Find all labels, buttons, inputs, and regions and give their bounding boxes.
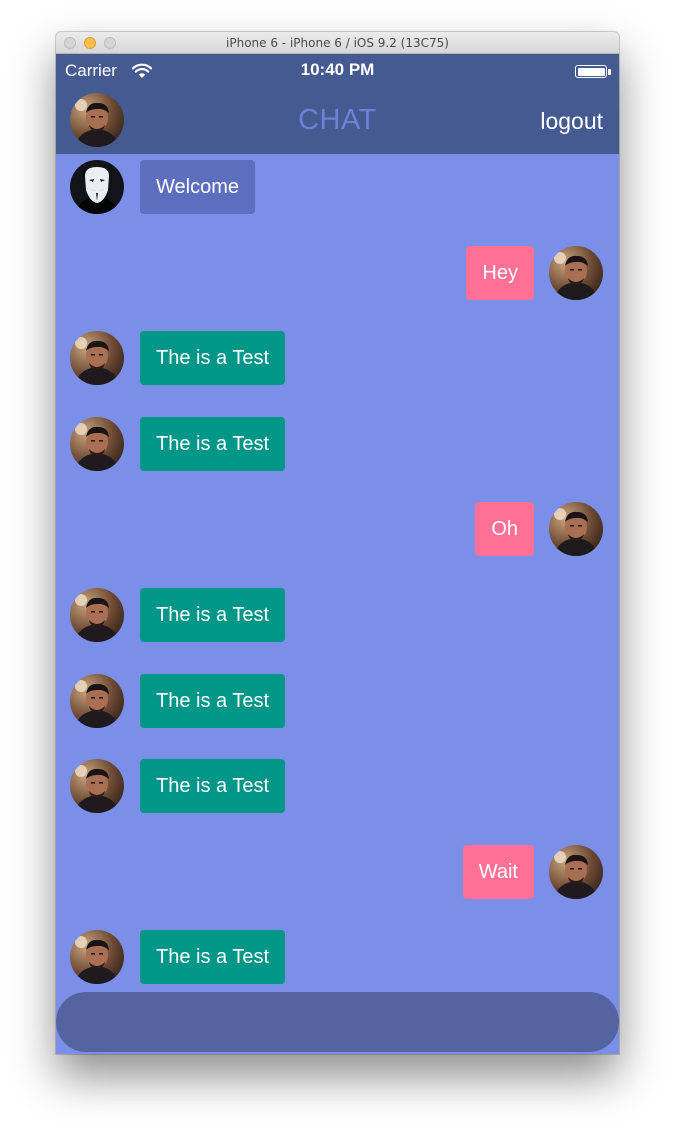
incoming-message: The is a Test	[56, 587, 619, 643]
message-bubble[interactable]: Oh	[475, 502, 534, 557]
outgoing-message: Hey	[56, 245, 619, 301]
message-bubble[interactable]: Hey	[466, 245, 534, 300]
user-avatar[interactable]	[70, 930, 124, 985]
user-avatar[interactable]	[70, 588, 124, 642]
message-list[interactable]: Welcome Hey The is a Test The is a Test Oh Th…	[56, 154, 619, 992]
message-bubble[interactable]: Welcome	[140, 160, 255, 214]
incoming-message: Welcome	[56, 159, 619, 215]
incoming-message: The is a Test	[56, 758, 619, 814]
battery-tip	[608, 69, 611, 75]
outgoing-message: Oh	[56, 501, 619, 557]
message-bubble[interactable]: The is a Test	[140, 416, 286, 471]
logout-button[interactable]: logout	[540, 108, 603, 135]
user-avatar[interactable]	[70, 331, 124, 386]
user-avatar[interactable]	[549, 245, 603, 300]
incoming-message: The is a Test	[56, 330, 619, 386]
incoming-message: The is a Test	[56, 929, 619, 985]
outgoing-message: Wait	[56, 844, 619, 900]
message-bubble[interactable]: The is a Test	[140, 331, 286, 386]
battery-fill	[577, 67, 605, 76]
battery-icon	[575, 65, 607, 78]
user-avatar[interactable]	[70, 759, 124, 814]
message-bubble[interactable]: The is a Test	[140, 588, 286, 642]
message-bubble[interactable]: The is a Test	[140, 759, 286, 814]
user-avatar[interactable]	[70, 673, 124, 728]
ios-status-bar: Carrier 10:40 PM	[56, 54, 619, 88]
user-avatar[interactable]	[549, 502, 603, 557]
message-input[interactable]	[56, 992, 619, 1052]
status-time: 10:40 PM	[300, 60, 375, 79]
window-titlebar: iPhone 6 - iPhone 6 / iOS 9.2 (13C75)	[56, 32, 619, 54]
window-title: iPhone 6 - iPhone 6 / iOS 9.2 (13C75)	[226, 36, 449, 50]
user-avatar[interactable]	[549, 844, 603, 899]
user-avatar[interactable]	[70, 416, 124, 471]
mask-avatar[interactable]	[70, 160, 124, 214]
simulator-window: iPhone 6 - iPhone 6 / iOS 9.2 (13C75) Ca…	[56, 32, 619, 1054]
incoming-message: The is a Test	[56, 673, 619, 729]
page-title: CHAT	[298, 104, 377, 136]
incoming-message: The is a Test	[56, 416, 619, 472]
message-bubble[interactable]: The is a Test	[140, 930, 286, 985]
nav-bar: CHAT logout	[56, 88, 619, 154]
message-bubble[interactable]: Wait	[462, 844, 534, 899]
message-bubble[interactable]: The is a Test	[140, 673, 286, 728]
